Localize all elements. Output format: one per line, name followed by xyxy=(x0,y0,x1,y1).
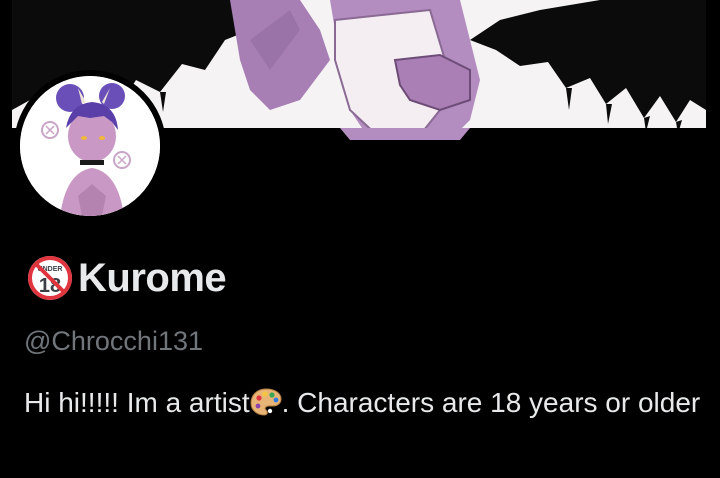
profile-bio: Hi hi!!!!! Im a artist . Characters are … xyxy=(24,384,704,422)
bio-text-start: Hi hi!!!!! Im a artist xyxy=(24,387,250,418)
bio-text-end: . Characters are 18 years or older xyxy=(281,387,701,418)
user-handle: @Chrocchi131 xyxy=(24,326,203,356)
under-18-icon: UNDER 18 xyxy=(28,256,72,300)
profile-avatar[interactable] xyxy=(14,70,166,222)
artist-palette-icon xyxy=(250,388,282,416)
display-name-text: Kurome xyxy=(78,255,227,300)
display-name: UNDER 18 Kurome xyxy=(26,252,227,304)
avatar-image xyxy=(20,76,160,216)
